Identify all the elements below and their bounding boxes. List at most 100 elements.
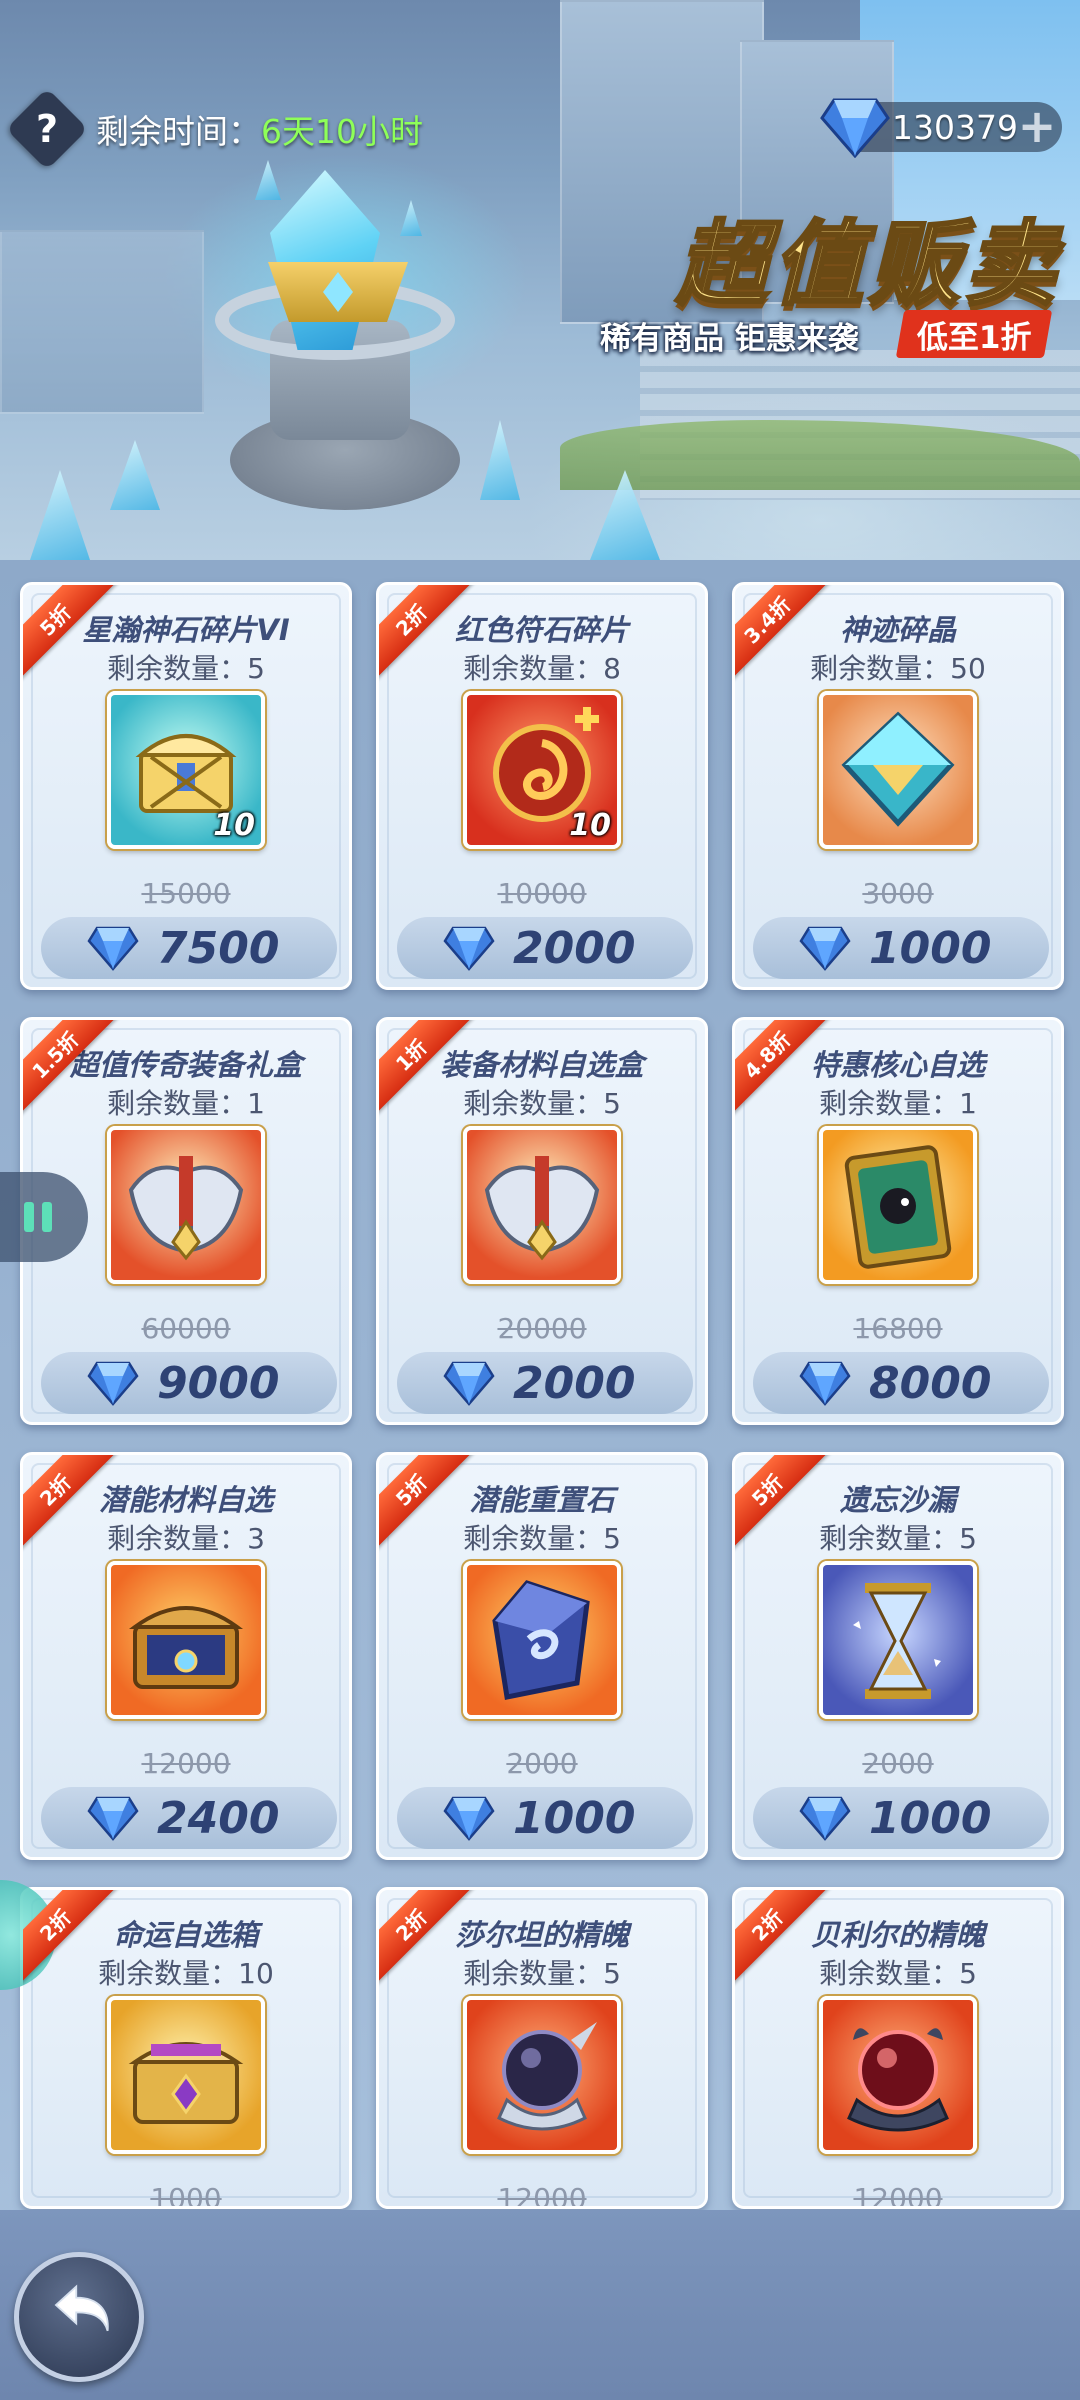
red-rune-icon[interactable]: 10 [463, 691, 621, 849]
buy-button[interactable]: 9000 [41, 1352, 337, 1414]
buy-button[interactable]: 2000 [397, 917, 693, 979]
original-price: 12000 [853, 2182, 943, 2209]
item-stock: 剩余数量：5 [819, 1522, 977, 1555]
shop-item-card[interactable]: 4.8折 特惠核心自选 剩余数量：1 16800 8000 [732, 1017, 1064, 1425]
pause-icon [42, 1202, 52, 1232]
crystal-shard [480, 420, 520, 500]
fate-chest-icon[interactable] [107, 1996, 265, 2154]
sale-price: 2000 [513, 1357, 636, 1409]
diamond-icon [443, 1361, 495, 1406]
pause-icon [24, 1202, 34, 1232]
shop-item-card[interactable]: 5折 遗忘沙漏 剩余数量：5 2000 1000 [732, 1452, 1064, 1860]
item-stock: 剩余数量：5 [107, 652, 265, 685]
sale-price: 9000 [157, 1357, 280, 1409]
item-stock: 剩余数量：3 [107, 1522, 265, 1555]
gold-chest-icon[interactable]: 10 [107, 691, 265, 849]
item-stock: 剩余数量：50 [810, 652, 986, 685]
original-price: 12000 [141, 1747, 231, 1780]
buy-button[interactable]: 8000 [753, 1352, 1049, 1414]
timer-label: 剩余时间： [96, 112, 261, 151]
buy-button[interactable]: 1000 [397, 1787, 693, 1849]
diamond-balance: 130379 + [820, 98, 1062, 158]
dark-orb-icon[interactable] [463, 1996, 621, 2154]
item-stock: 剩余数量：1 [819, 1087, 977, 1120]
sale-price: 1000 [869, 1792, 992, 1844]
diamond-icon [799, 926, 851, 971]
diamond-amount: 130379 [892, 107, 1018, 147]
shop-item-card[interactable]: 2折 莎尔坦的精魄 剩余数量：5 12000 [376, 1887, 708, 2209]
crystal-shard [110, 440, 160, 510]
original-price: 20000 [497, 1312, 587, 1345]
item-stock: 剩余数量：10 [98, 1957, 274, 1990]
armor-box-icon[interactable] [107, 1126, 265, 1284]
add-diamond-button[interactable]: + [1016, 103, 1058, 149]
item-stock: 剩余数量：1 [107, 1087, 265, 1120]
original-price: 2000 [862, 1747, 934, 1780]
diamond-icon [87, 926, 139, 971]
red-orb-icon[interactable] [819, 1996, 977, 2154]
buy-button[interactable]: 1000 [753, 1787, 1049, 1849]
sale-price: 2400 [157, 1792, 280, 1844]
remaining-time: 剩余时间： 6天10小时 [96, 104, 423, 154]
buy-button[interactable]: 2400 [41, 1787, 337, 1849]
core-card-icon[interactable] [819, 1126, 977, 1284]
crystal-shard [30, 470, 90, 560]
crystal-shard-icon[interactable] [819, 691, 977, 849]
item-stock: 剩余数量：5 [463, 1087, 621, 1120]
shop-item-card[interactable]: 2折 潜能材料自选 剩余数量：3 12000 2400 [20, 1452, 352, 1860]
sale-price: 1000 [869, 922, 992, 974]
item-stock: 剩余数量：8 [463, 652, 621, 685]
sale-price: 8000 [869, 1357, 992, 1409]
item-stock: 剩余数量：5 [463, 1522, 621, 1555]
item-quantity: 10 [213, 808, 255, 843]
diamond-icon [799, 1796, 851, 1841]
diamond-icon [443, 1796, 495, 1841]
hourglass-icon[interactable] [819, 1561, 977, 1719]
item-stock: 剩余数量：5 [819, 1957, 977, 1990]
shop-item-card[interactable]: 1折 装备材料自选盒 剩余数量：5 20000 2000 [376, 1017, 708, 1425]
original-price: 60000 [141, 1312, 231, 1345]
shop-item-card[interactable]: 2折 红色符石碎片 剩余数量：8 10 10000 2000 [376, 582, 708, 990]
shop-item-card[interactable]: 2折 命运自选箱 剩余数量：10 1000 [20, 1887, 352, 2209]
original-price: 12000 [497, 2182, 587, 2209]
crystal-shard [255, 160, 281, 200]
sale-price: 2000 [513, 922, 636, 974]
original-price: 1000 [150, 2182, 222, 2209]
ruin-wall [0, 230, 204, 414]
buy-button[interactable]: 7500 [41, 917, 337, 979]
shop-item-card[interactable]: 3.4折 神迹碎晶 剩余数量：50 3000 1000 [732, 582, 1064, 990]
shop-item-card[interactable]: 5折 潜能重置石 剩余数量：5 2000 1000 [376, 1452, 708, 1860]
item-quantity: 10 [569, 808, 611, 843]
question-icon: ? [35, 107, 59, 151]
shop-item-card[interactable]: 5折 星瀚神石碎片VI 剩余数量：5 10 15000 7500 [20, 582, 352, 990]
discount-badge-label: 低至1折 [916, 319, 1032, 356]
armor-box-icon[interactable] [463, 1126, 621, 1284]
original-price: 10000 [497, 877, 587, 910]
bottom-bar [0, 2210, 1080, 2400]
buy-button[interactable]: 2000 [397, 1352, 693, 1414]
shop-item-card[interactable]: 2折 贝利尔的精魄 剩余数量：5 12000 [732, 1887, 1064, 2209]
item-stock: 剩余数量：5 [463, 1957, 621, 1990]
back-button[interactable] [14, 2252, 144, 2382]
original-price: 2000 [506, 1747, 578, 1780]
diamond-icon [799, 1361, 851, 1406]
reset-stone-icon[interactable] [463, 1561, 621, 1719]
original-price: 3000 [862, 877, 934, 910]
original-price: 16800 [853, 1312, 943, 1345]
back-arrow-icon [54, 2284, 109, 2332]
discount-badge: 低至1折 [895, 310, 1053, 358]
buy-button[interactable]: 1000 [753, 917, 1049, 979]
timer-value: 6天10小时 [261, 112, 423, 151]
side-pause-button[interactable] [0, 1172, 88, 1262]
diamond-icon [443, 926, 495, 971]
original-price: 15000 [141, 877, 231, 910]
crystal-shard [400, 200, 422, 236]
treasure-chest-icon[interactable] [107, 1561, 265, 1719]
sale-title: 超值贩卖 [674, 210, 1060, 320]
diamond-icon [820, 98, 890, 158]
help-button[interactable]: ? [5, 87, 89, 171]
diamond-icon [87, 1361, 139, 1406]
sale-price: 1000 [513, 1792, 636, 1844]
sale-subtitle: 稀有商品 钜惠来袭 [600, 320, 859, 357]
sale-price: 7500 [157, 922, 280, 974]
